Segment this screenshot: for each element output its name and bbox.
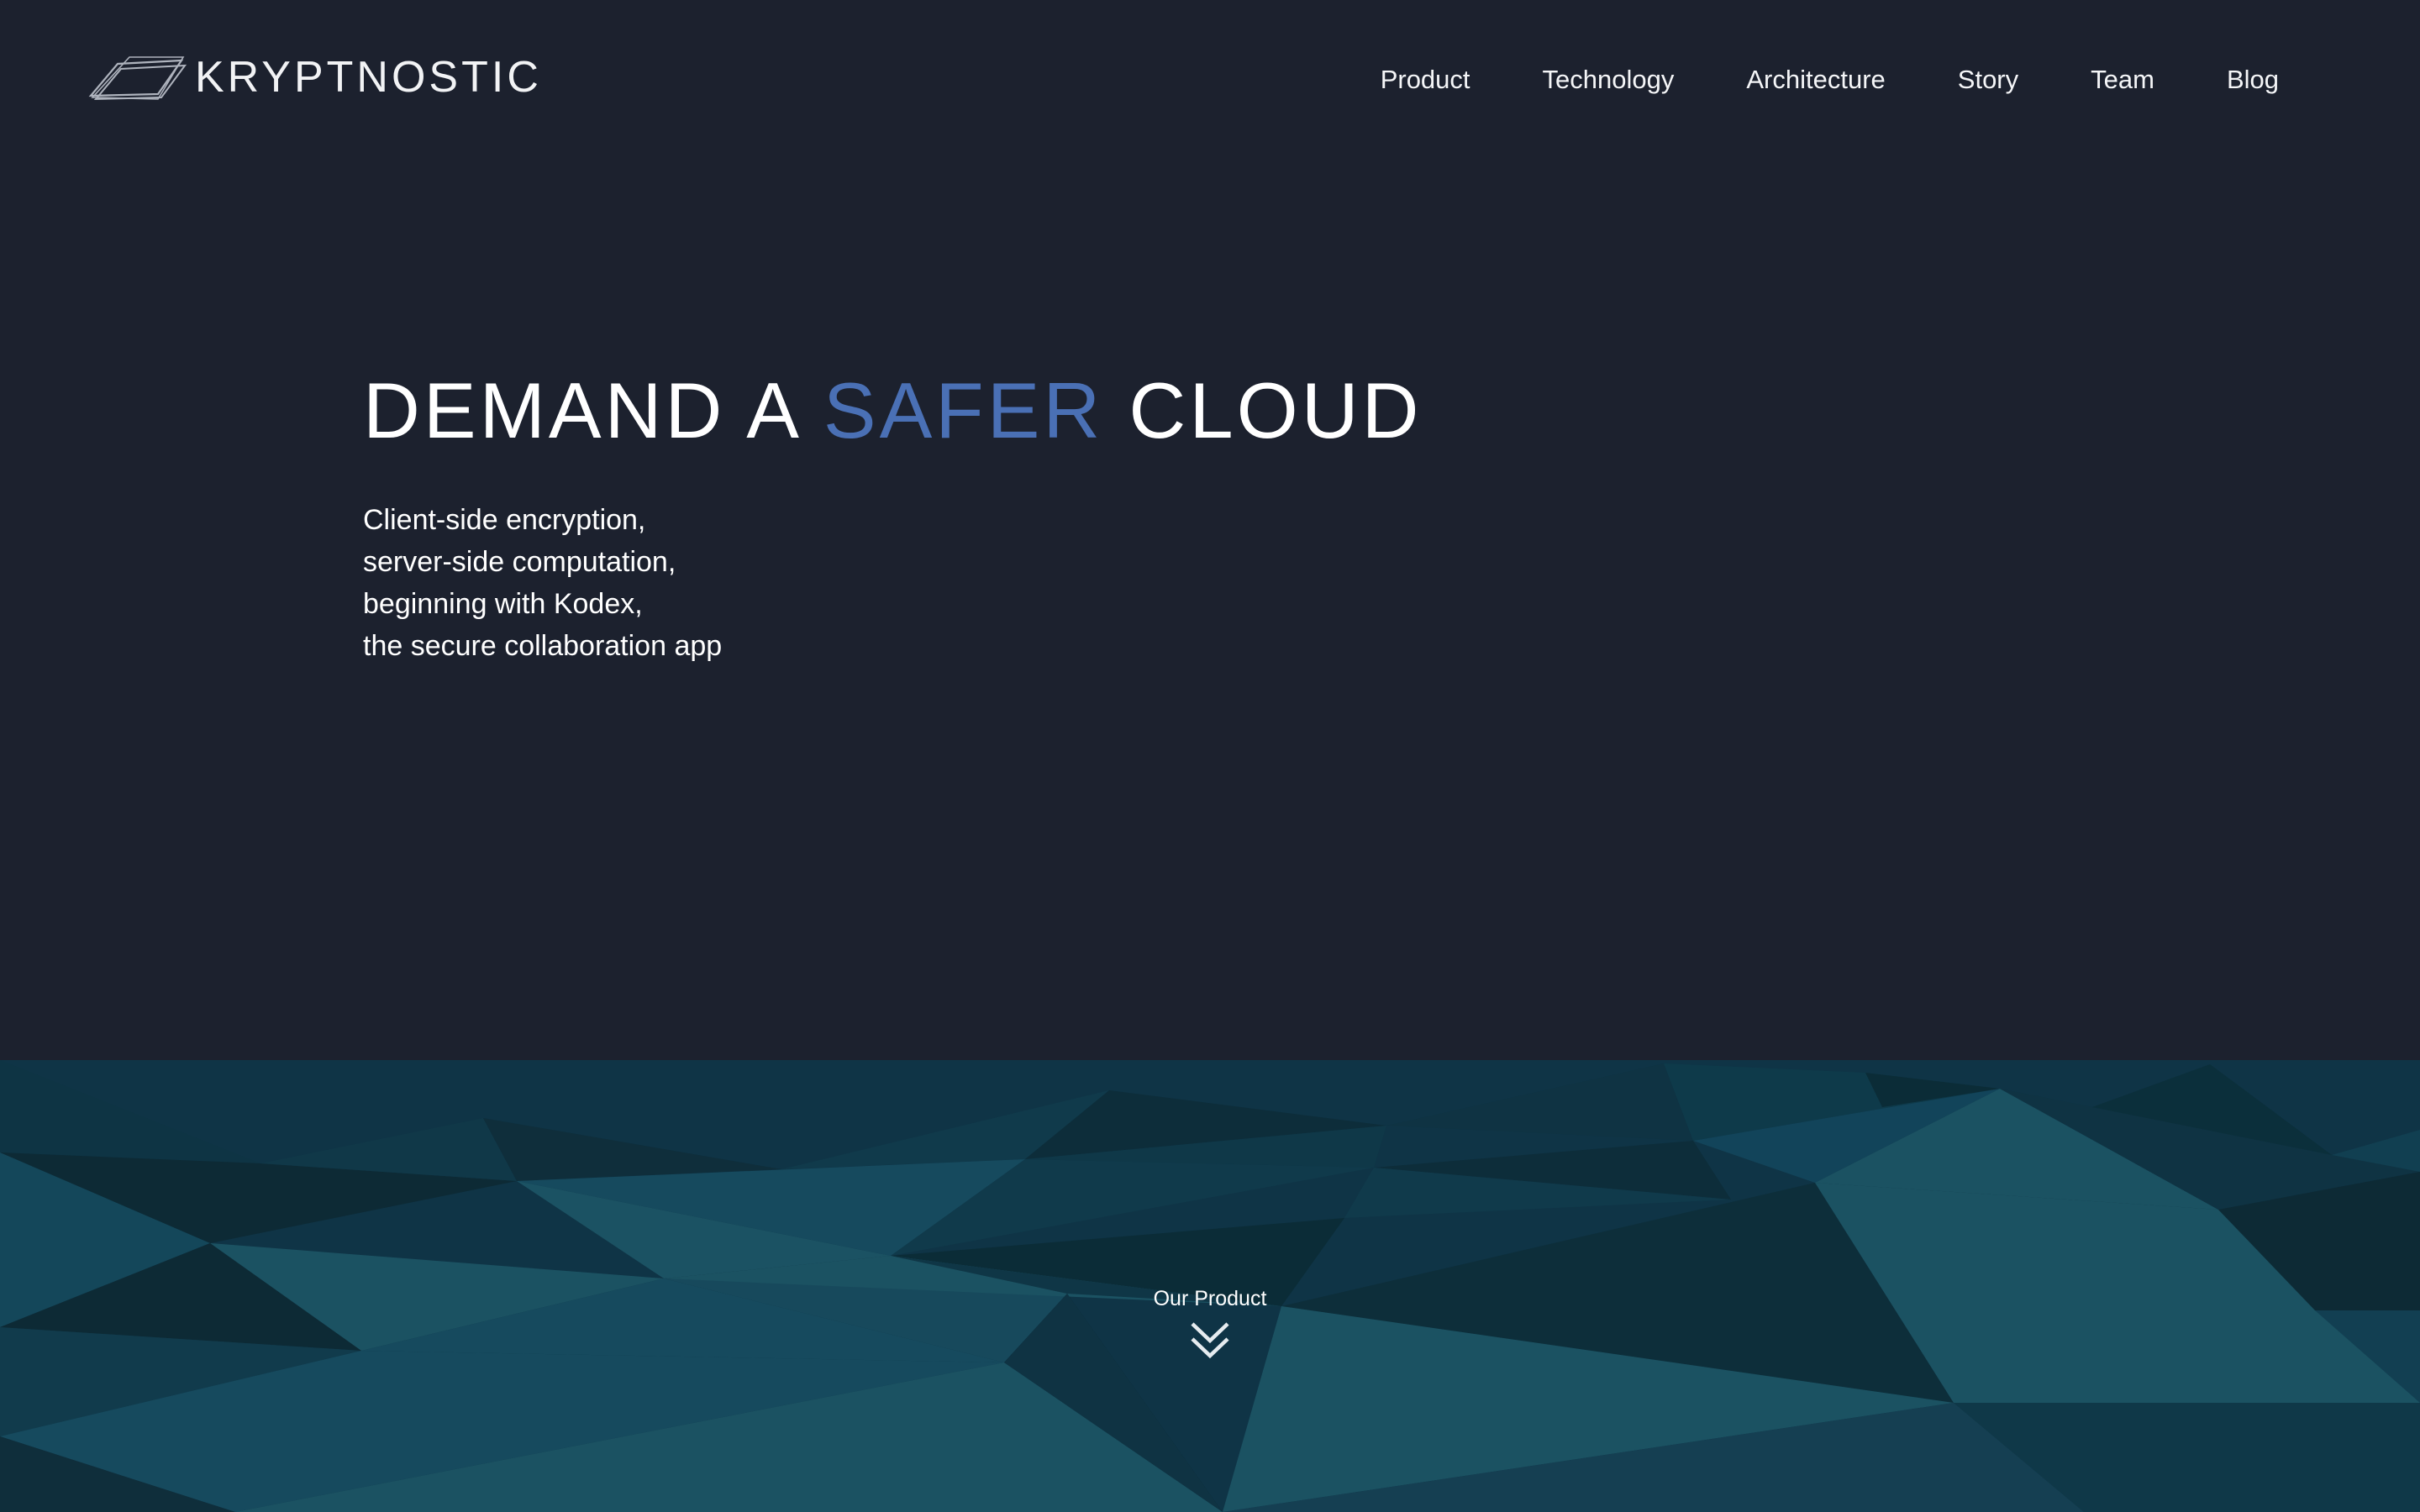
hero-headline-part2: CLOUD <box>1103 366 1423 454</box>
hero-subtitle-line: Client-side encryption, <box>363 504 646 536</box>
brand-logo-link[interactable]: KRYPTNOSTIC <box>87 52 542 102</box>
main-navigation: Product Technology Architecture Story Te… <box>1308 59 2279 99</box>
hero-headline-part1: DEMAND A <box>363 366 823 454</box>
double-chevron-down-icon <box>1191 1322 1229 1359</box>
nav-link-story[interactable]: Story <box>1958 66 2018 92</box>
nav-link-product[interactable]: Product <box>1381 66 1470 92</box>
hero-subtitle: Client-side encryption, server-side comp… <box>363 499 722 667</box>
hero-subtitle-line: the secure collaboration app <box>363 630 723 662</box>
nav-link-blog[interactable]: Blog <box>2227 66 2279 92</box>
scroll-to-product-link[interactable]: Our Product <box>1126 1284 1294 1361</box>
hero-headline-accent: SAFER <box>823 366 1104 454</box>
nav-link-technology[interactable]: Technology <box>1543 66 1675 92</box>
nav-link-team[interactable]: Team <box>2091 66 2154 92</box>
scroll-cue-label: Our Product <box>1153 1287 1267 1310</box>
hero-headline: DEMAND A SAFER CLOUD <box>363 371 1422 450</box>
hero-subtitle-line: beginning with Kodex, <box>363 588 643 620</box>
layered-sheets-logo-icon <box>88 56 187 101</box>
brand-name: KRYPTNOSTIC <box>195 53 542 102</box>
nav-link-architecture[interactable]: Architecture <box>1746 66 1885 92</box>
hero-subtitle-line: server-side computation, <box>363 546 676 578</box>
site-header: KRYPTNOSTIC Product Technology Architect… <box>0 0 2420 155</box>
